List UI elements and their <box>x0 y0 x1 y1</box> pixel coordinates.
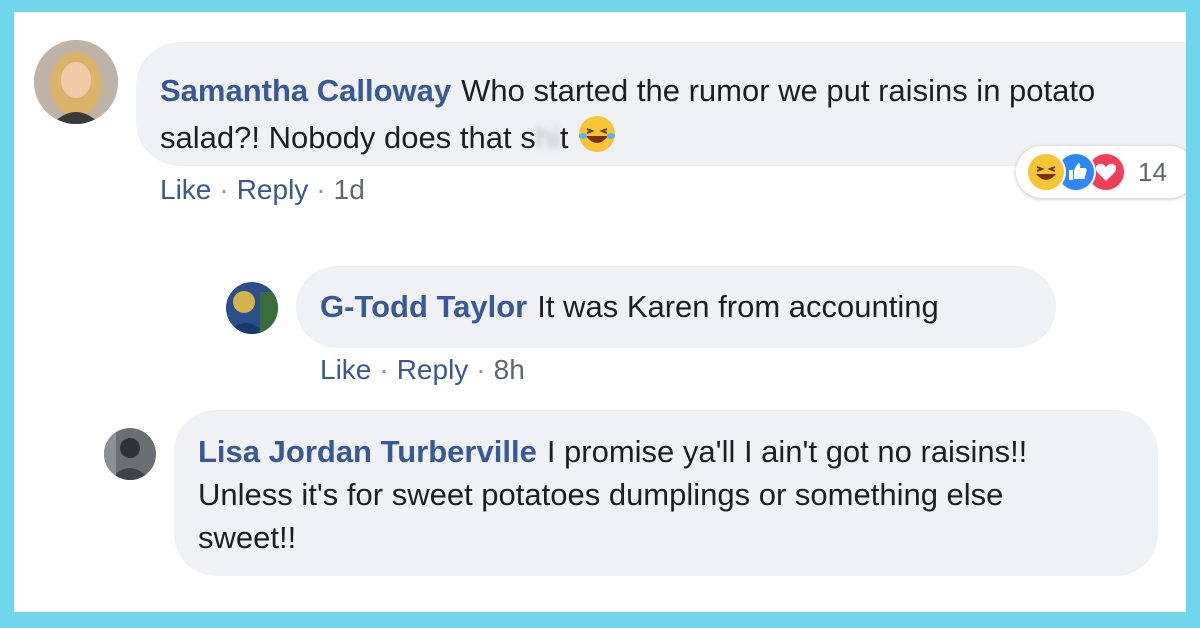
separator: · <box>476 354 486 385</box>
timestamp[interactable]: 8h <box>494 354 525 385</box>
like-link[interactable]: Like <box>160 174 211 205</box>
comment-author[interactable]: Lisa Jordan Turberville <box>198 434 537 469</box>
avatar-samantha[interactable] <box>34 40 118 124</box>
censored-text: hi <box>535 120 560 155</box>
reply-link[interactable]: Reply <box>237 174 309 205</box>
separator: · <box>219 174 229 205</box>
comment-text-end: t <box>559 120 578 155</box>
reply-link[interactable]: Reply <box>397 354 469 385</box>
laughing-tears-emoji <box>577 114 617 167</box>
separator: · <box>316 174 326 205</box>
reply-actions: Like · Reply · 8h <box>320 354 525 386</box>
separator: · <box>379 354 389 385</box>
like-link[interactable]: Like <box>320 354 371 385</box>
comment-bubble-lisa: Lisa Jordan Turberville I promise ya'll I… <box>174 410 1158 576</box>
comment-author[interactable]: Samantha Calloway <box>160 73 451 108</box>
comment-bubble: Samantha Calloway Who started the rumor w… <box>136 42 1186 166</box>
reply-bubble: G-Todd Taylor It was Karen from accountin… <box>296 266 1056 348</box>
reply-author[interactable]: G-Todd Taylor <box>320 289 527 324</box>
comment-thread: Samantha Calloway Who started the rumor w… <box>14 12 1186 612</box>
reaction-summary[interactable]: 14 <box>1016 146 1186 198</box>
avatar-lisa[interactable] <box>104 428 156 480</box>
timestamp[interactable]: 1d <box>334 174 365 205</box>
haha-icon <box>1026 152 1066 192</box>
reply-text: It was Karen from accounting <box>537 289 939 324</box>
avatar-gtodd[interactable] <box>226 282 278 334</box>
reaction-count: 14 <box>1138 156 1167 187</box>
comment-actions: Like · Reply · 1d <box>160 174 365 206</box>
